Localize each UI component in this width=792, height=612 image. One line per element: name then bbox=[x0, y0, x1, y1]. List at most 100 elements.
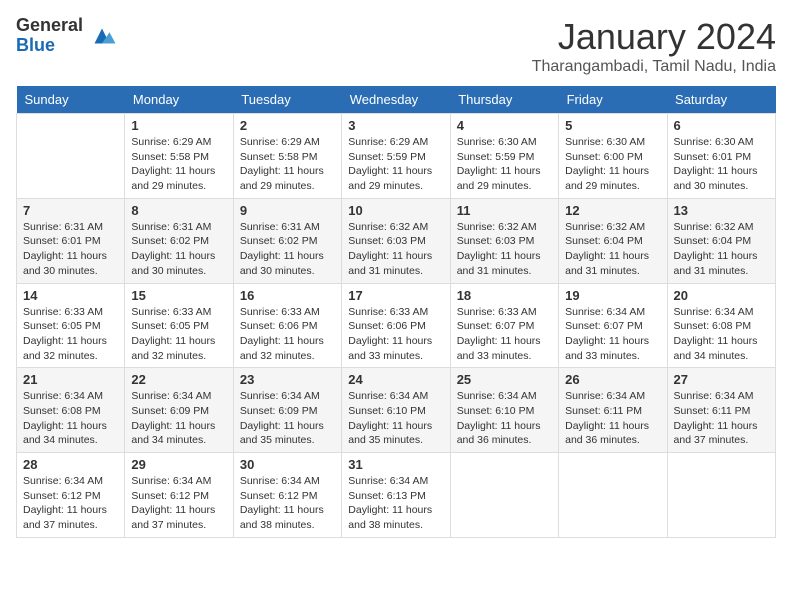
month-title: January 2024 bbox=[532, 16, 776, 58]
logo: General Blue bbox=[16, 16, 117, 56]
calendar-cell: 20 Sunrise: 6:34 AMSunset: 6:08 PMDayligh… bbox=[667, 283, 775, 368]
day-info: Sunrise: 6:30 AMSunset: 6:00 PMDaylight:… bbox=[565, 135, 660, 194]
weekday-header-thursday: Thursday bbox=[450, 86, 558, 114]
day-number: 25 bbox=[457, 372, 552, 387]
day-info: Sunrise: 6:33 AMSunset: 6:07 PMDaylight:… bbox=[457, 305, 552, 364]
location-title: Tharangambadi, Tamil Nadu, India bbox=[532, 58, 776, 76]
day-number: 27 bbox=[674, 372, 769, 387]
day-number: 7 bbox=[23, 203, 118, 218]
page-header: General Blue January 2024 Tharangambadi,… bbox=[16, 16, 776, 76]
day-info: Sunrise: 6:32 AMSunset: 6:04 PMDaylight:… bbox=[565, 220, 660, 279]
calendar-cell: 13Sunrise: 6:32 AMSunset: 6:04 PMDayligh… bbox=[667, 198, 775, 283]
day-number: 31 bbox=[348, 457, 443, 472]
calendar-cell: 9 Sunrise: 6:31 AMSunset: 6:02 PMDaylight… bbox=[233, 198, 341, 283]
day-number: 21 bbox=[23, 372, 118, 387]
calendar-cell: 10 Sunrise: 6:32 AMSunset: 6:03 PMDayligh… bbox=[342, 198, 450, 283]
day-number: 16 bbox=[240, 288, 335, 303]
day-info: Sunrise: 6:32 AMSunset: 6:04 PMDaylight:… bbox=[674, 220, 769, 279]
calendar-cell: 18 Sunrise: 6:33 AMSunset: 6:07 PMDayligh… bbox=[450, 283, 558, 368]
calendar-cell: 5Sunrise: 6:30 AMSunset: 6:00 PMDaylight… bbox=[559, 114, 667, 199]
calendar-cell: 16 Sunrise: 6:33 AMSunset: 6:06 PMDayligh… bbox=[233, 283, 341, 368]
day-number: 18 bbox=[457, 288, 552, 303]
calendar-cell bbox=[450, 453, 558, 538]
day-number: 9 bbox=[240, 203, 335, 218]
day-number: 30 bbox=[240, 457, 335, 472]
day-info: Sunrise: 6:32 AMSunset: 6:03 PMDaylight:… bbox=[348, 220, 443, 279]
day-number: 22 bbox=[131, 372, 226, 387]
day-info: Sunrise: 6:31 AMSunset: 6:01 PMDaylight:… bbox=[23, 220, 118, 279]
weekday-header-monday: Monday bbox=[125, 86, 233, 114]
day-number: 14 bbox=[23, 288, 118, 303]
day-info: Sunrise: 6:29 AMSunset: 5:59 PMDaylight:… bbox=[348, 135, 443, 194]
day-info: Sunrise: 6:30 AMSunset: 6:01 PMDaylight:… bbox=[674, 135, 769, 194]
day-info: Sunrise: 6:34 AMSunset: 6:07 PMDaylight:… bbox=[565, 305, 660, 364]
day-number: 19 bbox=[565, 288, 660, 303]
day-number: 15 bbox=[131, 288, 226, 303]
day-info: Sunrise: 6:31 AMSunset: 6:02 PMDaylight:… bbox=[240, 220, 335, 279]
day-info: Sunrise: 6:31 AMSunset: 6:02 PMDaylight:… bbox=[131, 220, 226, 279]
logo-general: General bbox=[16, 16, 83, 36]
calendar-cell: 23 Sunrise: 6:34 AMSunset: 6:09 PMDayligh… bbox=[233, 368, 341, 453]
calendar-table: SundayMondayTuesdayWednesdayThursdayFrid… bbox=[16, 86, 776, 538]
calendar-cell: 4 Sunrise: 6:30 AMSunset: 5:59 PMDaylight… bbox=[450, 114, 558, 199]
calendar-cell: 17 Sunrise: 6:33 AMSunset: 6:06 PMDayligh… bbox=[342, 283, 450, 368]
calendar-cell: 22 Sunrise: 6:34 AMSunset: 6:09 PMDayligh… bbox=[125, 368, 233, 453]
day-info: Sunrise: 6:30 AMSunset: 5:59 PMDaylight:… bbox=[457, 135, 552, 194]
day-info: Sunrise: 6:34 AMSunset: 6:08 PMDaylight:… bbox=[674, 305, 769, 364]
calendar-cell bbox=[559, 453, 667, 538]
day-info: Sunrise: 6:29 AMSunset: 5:58 PMDaylight:… bbox=[240, 135, 335, 194]
calendar-week-row: 14 Sunrise: 6:33 AMSunset: 6:05 PMDayligh… bbox=[17, 283, 776, 368]
calendar-cell: 2 Sunrise: 6:29 AMSunset: 5:58 PMDaylight… bbox=[233, 114, 341, 199]
day-number: 8 bbox=[131, 203, 226, 218]
day-info: Sunrise: 6:33 AMSunset: 6:05 PMDaylight:… bbox=[23, 305, 118, 364]
calendar-week-row: 1 Sunrise: 6:29 AMSunset: 5:58 PMDaylight… bbox=[17, 114, 776, 199]
day-info: Sunrise: 6:34 AMSunset: 6:11 PMDaylight:… bbox=[565, 389, 660, 448]
day-number: 10 bbox=[348, 203, 443, 218]
day-number: 4 bbox=[457, 118, 552, 133]
day-info: Sunrise: 6:32 AMSunset: 6:03 PMDaylight:… bbox=[457, 220, 552, 279]
day-info: Sunrise: 6:34 AMSunset: 6:12 PMDaylight:… bbox=[240, 474, 335, 533]
day-number: 29 bbox=[131, 457, 226, 472]
calendar-cell: 29 Sunrise: 6:34 AMSunset: 6:12 PMDayligh… bbox=[125, 453, 233, 538]
day-info: Sunrise: 6:33 AMSunset: 6:06 PMDaylight:… bbox=[240, 305, 335, 364]
day-info: Sunrise: 6:34 AMSunset: 6:08 PMDaylight:… bbox=[23, 389, 118, 448]
weekday-header-saturday: Saturday bbox=[667, 86, 775, 114]
day-number: 24 bbox=[348, 372, 443, 387]
logo-blue: Blue bbox=[16, 36, 83, 56]
calendar-week-row: 21 Sunrise: 6:34 AMSunset: 6:08 PMDayligh… bbox=[17, 368, 776, 453]
calendar-cell: 27 Sunrise: 6:34 AMSunset: 6:11 PMDayligh… bbox=[667, 368, 775, 453]
calendar-cell: 21 Sunrise: 6:34 AMSunset: 6:08 PMDayligh… bbox=[17, 368, 125, 453]
calendar-cell: 30 Sunrise: 6:34 AMSunset: 6:12 PMDayligh… bbox=[233, 453, 341, 538]
calendar-cell bbox=[17, 114, 125, 199]
calendar-cell: 26Sunrise: 6:34 AMSunset: 6:11 PMDayligh… bbox=[559, 368, 667, 453]
day-number: 6 bbox=[674, 118, 769, 133]
weekday-header-friday: Friday bbox=[559, 86, 667, 114]
calendar-cell: 15Sunrise: 6:33 AMSunset: 6:05 PMDayligh… bbox=[125, 283, 233, 368]
calendar-cell: 24 Sunrise: 6:34 AMSunset: 6:10 PMDayligh… bbox=[342, 368, 450, 453]
day-info: Sunrise: 6:34 AMSunset: 6:09 PMDaylight:… bbox=[240, 389, 335, 448]
day-number: 23 bbox=[240, 372, 335, 387]
weekday-header-tuesday: Tuesday bbox=[233, 86, 341, 114]
weekday-header-wednesday: Wednesday bbox=[342, 86, 450, 114]
day-info: Sunrise: 6:29 AMSunset: 5:58 PMDaylight:… bbox=[131, 135, 226, 194]
day-number: 17 bbox=[348, 288, 443, 303]
calendar-week-row: 7 Sunrise: 6:31 AMSunset: 6:01 PMDaylight… bbox=[17, 198, 776, 283]
day-number: 1 bbox=[131, 118, 226, 133]
calendar-cell: 31Sunrise: 6:34 AMSunset: 6:13 PMDayligh… bbox=[342, 453, 450, 538]
day-info: Sunrise: 6:34 AMSunset: 6:09 PMDaylight:… bbox=[131, 389, 226, 448]
day-info: Sunrise: 6:34 AMSunset: 6:10 PMDaylight:… bbox=[348, 389, 443, 448]
day-info: Sunrise: 6:34 AMSunset: 6:10 PMDaylight:… bbox=[457, 389, 552, 448]
weekday-header-sunday: Sunday bbox=[17, 86, 125, 114]
calendar-cell: 1 Sunrise: 6:29 AMSunset: 5:58 PMDaylight… bbox=[125, 114, 233, 199]
calendar-cell bbox=[667, 453, 775, 538]
calendar-cell: 19 Sunrise: 6:34 AMSunset: 6:07 PMDayligh… bbox=[559, 283, 667, 368]
calendar-cell: 7 Sunrise: 6:31 AMSunset: 6:01 PMDaylight… bbox=[17, 198, 125, 283]
day-info: Sunrise: 6:34 AMSunset: 6:12 PMDaylight:… bbox=[131, 474, 226, 533]
day-info: Sunrise: 6:33 AMSunset: 6:06 PMDaylight:… bbox=[348, 305, 443, 364]
calendar-cell: 8 Sunrise: 6:31 AMSunset: 6:02 PMDaylight… bbox=[125, 198, 233, 283]
day-number: 3 bbox=[348, 118, 443, 133]
day-info: Sunrise: 6:34 AMSunset: 6:11 PMDaylight:… bbox=[674, 389, 769, 448]
weekday-header-row: SundayMondayTuesdayWednesdayThursdayFrid… bbox=[17, 86, 776, 114]
day-number: 2 bbox=[240, 118, 335, 133]
day-number: 20 bbox=[674, 288, 769, 303]
